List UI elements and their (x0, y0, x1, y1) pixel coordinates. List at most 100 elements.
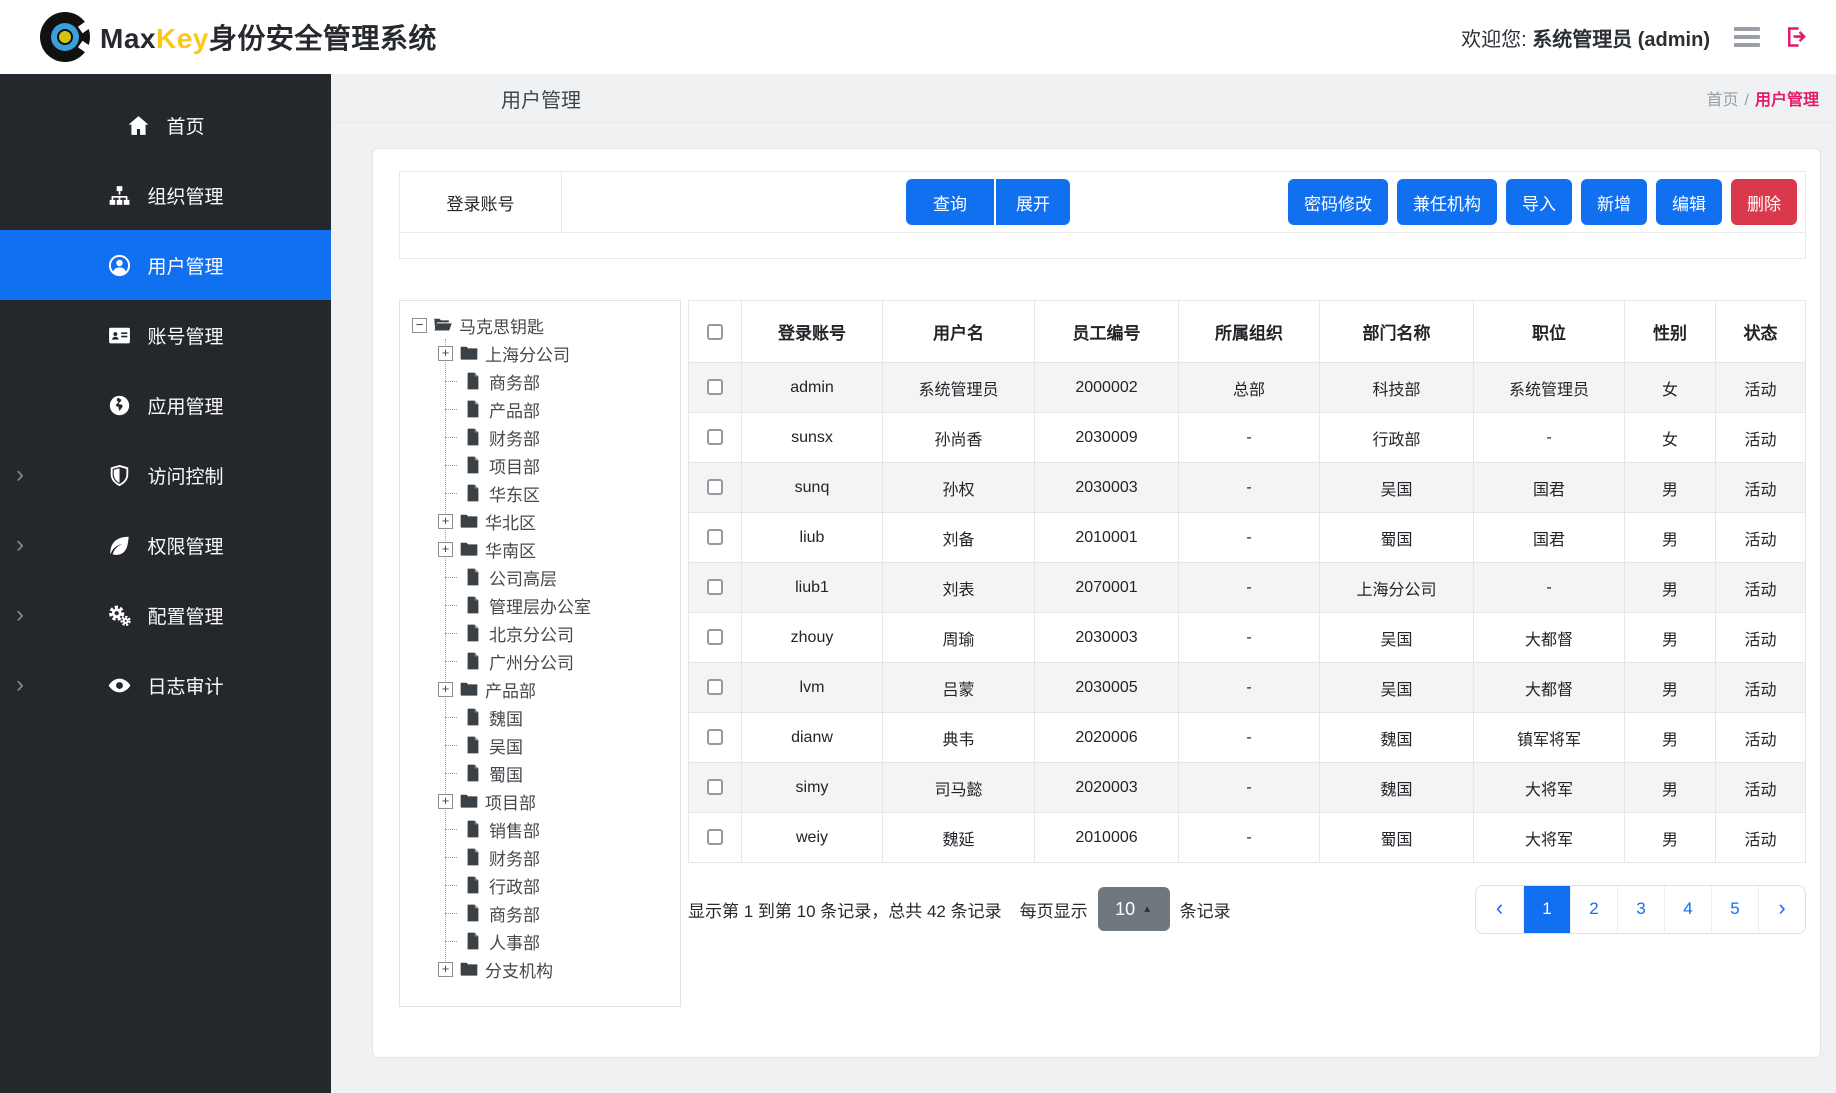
row-checkbox[interactable] (707, 829, 723, 845)
tree-node-label[interactable]: 吴国 (489, 733, 523, 758)
tree-node-label[interactable]: 财务部 (489, 845, 540, 870)
delete-button[interactable]: 删除 (1731, 179, 1797, 225)
sidebar-item-2[interactable]: 用户管理 (0, 230, 331, 300)
sidebar-item-5[interactable]: ›访问控制 (0, 440, 331, 510)
tree-node-label[interactable]: 上海分公司 (485, 341, 570, 366)
tree-node-label[interactable]: 北京分公司 (489, 621, 574, 646)
tree-node-label[interactable]: 广州分公司 (489, 649, 574, 674)
page-button-1[interactable]: 1 (1523, 886, 1570, 933)
row-checkbox[interactable] (707, 379, 723, 395)
tree-node-label[interactable]: 魏国 (489, 705, 523, 730)
tree-toggle-plus-icon[interactable]: + (438, 794, 453, 809)
tree-node-label[interactable]: 马克思钥匙 (459, 313, 544, 338)
sidebar-item-7[interactable]: ›配置管理 (0, 580, 331, 650)
tree-node[interactable]: 财务部 (412, 423, 674, 451)
tree-node-label[interactable]: 华北区 (485, 509, 536, 534)
edit-button[interactable]: 编辑 (1656, 179, 1722, 225)
add-button[interactable]: 新增 (1581, 179, 1647, 225)
page-button-2[interactable]: 2 (1570, 886, 1617, 933)
row-checkbox[interactable] (707, 429, 723, 445)
tree-connector (445, 381, 457, 382)
tree-node[interactable]: + 华南区 (412, 535, 674, 563)
tree-node-label[interactable]: 产品部 (485, 677, 536, 702)
page-button-3[interactable]: 3 (1617, 886, 1664, 933)
select-all-checkbox[interactable] (707, 324, 723, 340)
row-checkbox[interactable] (707, 629, 723, 645)
row-checkbox[interactable] (707, 729, 723, 745)
row-checkbox[interactable] (707, 579, 723, 595)
page-button-5[interactable]: 5 (1711, 886, 1758, 933)
import-button[interactable]: 导入 (1506, 179, 1572, 225)
tree-node-label[interactable]: 人事部 (489, 929, 540, 954)
tree-toggle-plus-icon[interactable]: + (438, 542, 453, 557)
tree-node[interactable]: 销售部 (412, 815, 674, 843)
concurrent-org-button[interactable]: 兼任机构 (1397, 179, 1497, 225)
row-checkbox[interactable] (707, 679, 723, 695)
tree-node-label[interactable]: 项目部 (485, 789, 536, 814)
sidebar-item-4[interactable]: 应用管理 (0, 370, 331, 440)
page-size-select[interactable]: 10 ▲ (1098, 887, 1170, 931)
row-checkbox[interactable] (707, 479, 723, 495)
change-password-button[interactable]: 密码修改 (1288, 179, 1388, 225)
tree-node[interactable]: 北京分公司 (412, 619, 674, 647)
tree-toggle-plus-icon[interactable]: + (438, 962, 453, 977)
tree-toggle-minus-icon[interactable]: − (412, 318, 427, 333)
row-checkbox[interactable] (707, 779, 723, 795)
table-cell: 司马懿 (883, 763, 1035, 813)
tree-node[interactable]: 产品部 (412, 395, 674, 423)
tree-node-label[interactable]: 分支机构 (485, 957, 553, 982)
tree-node-label[interactable]: 公司高层 (489, 565, 557, 590)
sidebar-item-3[interactable]: 账号管理 (0, 300, 331, 370)
tree-node-label[interactable]: 销售部 (489, 817, 540, 842)
tree-node[interactable]: + 项目部 (412, 787, 674, 815)
row-checkbox[interactable] (707, 529, 723, 545)
tree-node-label[interactable]: 产品部 (489, 397, 540, 422)
tree-node[interactable]: 公司高层 (412, 563, 674, 591)
sidebar-item-6[interactable]: ›权限管理 (0, 510, 331, 580)
tree-node[interactable]: 项目部 (412, 451, 674, 479)
tree-node[interactable]: 广州分公司 (412, 647, 674, 675)
tree-node[interactable]: 蜀国 (412, 759, 674, 787)
logout-icon[interactable] (1784, 24, 1810, 50)
tree-node[interactable]: 魏国 (412, 703, 674, 731)
tree-node-label[interactable]: 商务部 (489, 901, 540, 926)
tree-node[interactable]: 商务部 (412, 899, 674, 927)
tree-node[interactable]: 商务部 (412, 367, 674, 395)
tree-toggle-plus-icon[interactable]: + (438, 514, 453, 529)
query-button[interactable]: 查询 (906, 179, 994, 225)
tree-node[interactable]: 华东区 (412, 479, 674, 507)
previous-page-button[interactable]: ‹ (1476, 886, 1523, 933)
tree-node[interactable]: + 产品部 (412, 675, 674, 703)
sidebar-item-8[interactable]: ›日志审计 (0, 650, 331, 720)
tree-node[interactable]: + 上海分公司 (412, 339, 674, 367)
breadcrumb-home[interactable]: 首页 (1707, 92, 1739, 109)
breadcrumb-current[interactable]: 用户管理 (1755, 92, 1819, 109)
tree-node-label[interactable]: 行政部 (489, 873, 540, 898)
sidebar-item-1[interactable]: 组织管理 (0, 160, 331, 230)
tree-toggle-plus-icon[interactable]: + (438, 346, 453, 361)
tree-node[interactable]: 人事部 (412, 927, 674, 955)
tree-node[interactable]: + 分支机构 (412, 955, 674, 983)
tree-node[interactable]: 管理层办公室 (412, 591, 674, 619)
tree-node-label[interactable]: 蜀国 (489, 761, 523, 786)
tree-connector (445, 829, 457, 830)
tree-node[interactable]: 财务部 (412, 843, 674, 871)
page-button-4[interactable]: 4 (1664, 886, 1711, 933)
tree-toggle-plus-icon[interactable]: + (438, 682, 453, 697)
tree-node[interactable]: − 马克思钥匙 (412, 311, 674, 339)
file-icon (463, 819, 483, 839)
tree-node-label[interactable]: 商务部 (489, 369, 540, 394)
tree-node[interactable]: 吴国 (412, 731, 674, 759)
tree-node[interactable]: + 华北区 (412, 507, 674, 535)
tree-node-label[interactable]: 项目部 (489, 453, 540, 478)
menu-toggle-icon[interactable] (1734, 27, 1760, 47)
expand-button[interactable]: 展开 (996, 179, 1070, 225)
tree-node-label[interactable]: 华东区 (489, 481, 540, 506)
sidebar-item-0[interactable]: 首页 (0, 90, 331, 160)
tree-node-label[interactable]: 财务部 (489, 425, 540, 450)
next-page-button[interactable]: › (1758, 886, 1805, 933)
tree-node-label[interactable]: 华南区 (485, 537, 536, 562)
tree-node-label[interactable]: 管理层办公室 (489, 593, 591, 618)
login-account-input[interactable] (562, 175, 906, 229)
tree-node[interactable]: 行政部 (412, 871, 674, 899)
